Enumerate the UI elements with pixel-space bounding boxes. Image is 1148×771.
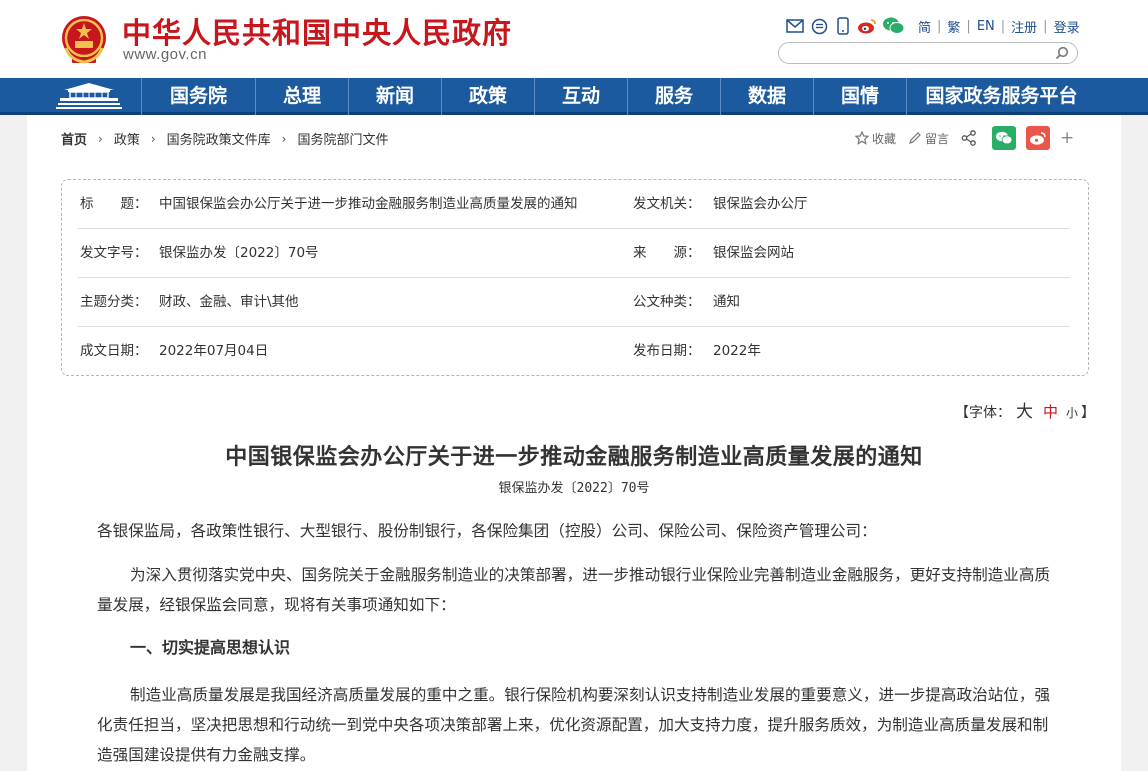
breadcrumb: 首页 › 政策 › 国务院政策文件库 › 国务院部门文件	[61, 129, 389, 149]
search-box	[778, 42, 1078, 64]
article-body-paragraph: 制造业高质量发展是我国经济高质量发展的重中之重。银行保险机构要深刻认识支持制造业…	[97, 686, 1051, 764]
meta-written-date-label: 成文日期：	[80, 343, 148, 359]
star-icon	[855, 131, 869, 145]
wechat-share-button[interactable]	[992, 126, 1017, 150]
main-nav: 国务院 总理 新闻 政策 互动 服务 数据 国情 国家政务服务平台	[0, 78, 1148, 115]
meta-issuer-label: 发文机关：	[633, 196, 701, 212]
meta-type-label: 公文种类：	[633, 294, 701, 310]
link-login[interactable]: 登录	[1048, 17, 1086, 36]
font-size-suffix: 】	[1081, 405, 1096, 421]
weibo-icon	[1030, 132, 1046, 145]
meta-type-value: 通知	[713, 294, 740, 310]
link-register[interactable]: 注册	[1005, 17, 1043, 36]
message-icon[interactable]	[809, 16, 829, 36]
nav-item-services[interactable]: 服务	[627, 78, 720, 115]
more-share-button[interactable]: +	[1060, 128, 1074, 148]
meta-published-date-value: 2022年	[713, 343, 761, 359]
breadcrumb-policy-library[interactable]: 国务院政策文件库	[167, 129, 271, 148]
nav-item-interaction[interactable]: 互动	[534, 78, 627, 115]
nav-item-news[interactable]: 新闻	[348, 78, 441, 115]
favorite-label: 收藏	[872, 131, 897, 146]
share-bar: 收藏 留言 +	[855, 125, 1074, 151]
article-title: 中国银保监会办公厅关于进一步推动金融服务制造业高质量发展的通知	[225, 444, 923, 470]
meta-source-value: 银保监会网站	[713, 245, 794, 261]
font-size-medium-button[interactable]: 中	[1043, 401, 1058, 422]
article-intro-paragraph: 为深入贯彻落实党中央、国务院关于金融服务制造业的决策部署，进一步推动银行业保险业…	[97, 566, 1051, 614]
meta-docnum-label: 发文字号：	[80, 245, 148, 261]
nav-item-data[interactable]: 数据	[720, 78, 813, 115]
meta-row: 标 题： 中国银保监会办公厅关于进一步推动金融服务制造业高质量发展的通知 发文机…	[78, 180, 1070, 229]
nav-items: 国务院 总理 新闻 政策 互动 服务 数据 国情 国家政务服务平台	[141, 78, 1096, 115]
nav-item-state-council[interactable]: 国务院	[141, 78, 255, 115]
comment-button[interactable]: 留言	[908, 130, 949, 147]
tiananmen-logo-icon[interactable]	[56, 81, 122, 111]
meta-title-label: 标 题：	[80, 196, 148, 212]
meta-row: 主题分类： 财政、金融、审计\其他 公文种类： 通知	[78, 278, 1070, 327]
search-input[interactable]	[789, 45, 1049, 61]
meta-row: 成文日期： 2022年07月04日 发布日期： 2022年	[78, 327, 1070, 376]
document-meta-table: 标 题： 中国银保监会办公厅关于进一步推动金融服务制造业高质量发展的通知 发文机…	[61, 179, 1089, 376]
share-icon	[961, 130, 976, 146]
site-url[interactable]: www.gov.cn	[123, 46, 207, 63]
mobile-icon[interactable]	[833, 16, 853, 36]
article-recipients: 各银保监局，各政策性银行、大型银行、股份制银行，各保险集团（控股）公司、保险公司…	[97, 522, 877, 540]
breadcrumb-department-docs[interactable]: 国务院部门文件	[297, 129, 388, 148]
font-size-prefix: 【字体：	[955, 405, 1011, 421]
link-simplified[interactable]: 简	[912, 17, 937, 36]
font-size-large-button[interactable]: 大	[1016, 397, 1033, 422]
article-doc-number: 银保监办发〔2022〕70号	[498, 481, 650, 496]
meta-row: 发文字号： 银保监办发〔2022〕70号 来 源： 银保监会网站	[78, 229, 1070, 278]
nav-item-gov-service-platform[interactable]: 国家政务服务平台	[906, 78, 1096, 115]
nav-item-national-conditions[interactable]: 国情	[813, 78, 906, 115]
chevron-right-icon: ›	[150, 131, 156, 146]
mail-icon[interactable]	[785, 16, 805, 36]
nav-item-premier[interactable]: 总理	[255, 78, 348, 115]
language-links: 简 | 繁 | EN | 注册 | 登录	[912, 17, 1086, 36]
meta-topic-value: 财政、金融、审计\其他	[159, 294, 299, 310]
font-size-switcher: 【字体： 大 中 小 】	[955, 397, 1095, 422]
meta-docnum-value: 银保监办发〔2022〕70号	[159, 245, 319, 261]
chevron-right-icon: ›	[281, 131, 287, 146]
search-icon[interactable]	[1055, 46, 1069, 60]
favorite-button[interactable]: 收藏	[855, 130, 896, 147]
meta-source-label: 来 源：	[633, 245, 701, 261]
national-emblem-icon[interactable]	[60, 14, 108, 66]
meta-published-date-label: 发布日期：	[633, 343, 701, 359]
font-size-small-button[interactable]: 小	[1066, 404, 1078, 421]
meta-topic-label: 主题分类：	[80, 294, 148, 310]
nav-item-policy[interactable]: 政策	[441, 78, 534, 115]
breadcrumb-policy[interactable]: 政策	[114, 129, 140, 148]
link-english[interactable]: EN	[971, 19, 1001, 34]
meta-title-value: 中国银保监会办公厅关于进一步推动金融服务制造业高质量发展的通知	[159, 196, 578, 212]
meta-written-date-value: 2022年07月04日	[159, 343, 269, 359]
comment-label: 留言	[925, 131, 950, 146]
link-traditional[interactable]: 繁	[941, 17, 966, 36]
share-button[interactable]	[961, 130, 980, 146]
top-icon-bar	[785, 16, 909, 36]
weibo-icon[interactable]	[857, 16, 877, 36]
section-heading: 一、切实提高思想认识	[130, 638, 291, 657]
wechat-icon[interactable]	[881, 16, 905, 36]
meta-issuer-value: 银保监会办公厅	[713, 196, 808, 212]
content-panel: 首页 › 政策 › 国务院政策文件库 › 国务院部门文件 收藏 留言 + 标 题…	[27, 115, 1121, 771]
breadcrumb-home[interactable]: 首页	[61, 129, 87, 148]
weibo-share-button[interactable]	[1026, 126, 1051, 150]
chevron-right-icon: ›	[98, 131, 103, 146]
wechat-icon	[996, 131, 1013, 145]
pencil-icon	[909, 132, 921, 144]
site-header: 中华人民共和国中央人民政府 www.gov.cn 简 | 繁 | EN | 注册…	[0, 0, 1148, 78]
